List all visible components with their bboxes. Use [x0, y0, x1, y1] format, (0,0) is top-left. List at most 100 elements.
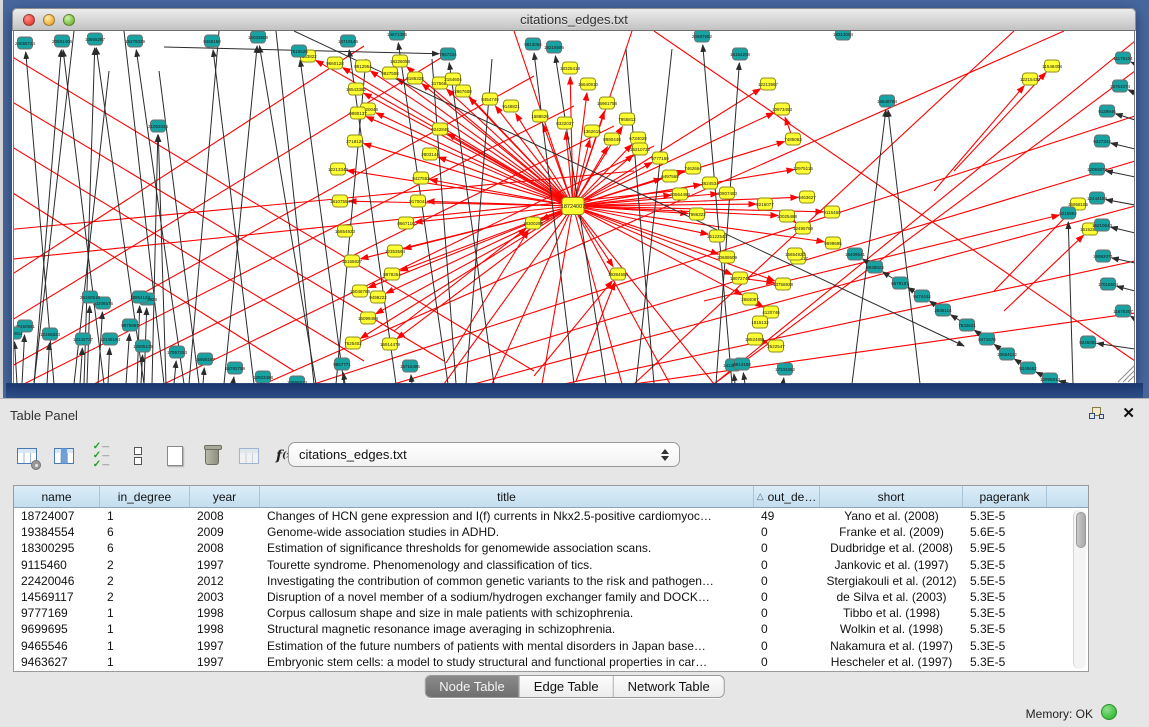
- tab-network-table[interactable]: Network Table: [614, 676, 724, 697]
- graph-node[interactable]: 20687682: [692, 31, 713, 42]
- table-row[interactable]: 1938455462009Genome-wide association stu…: [14, 524, 1088, 540]
- graph-node[interactable]: 1362615: [583, 125, 601, 137]
- graph-node[interactable]: 7462664: [684, 162, 702, 174]
- graph-node[interactable]: 24055724: [15, 37, 36, 49]
- graph-node[interactable]: 25160510: [80, 291, 101, 303]
- graph-node[interactable]: 15046766: [350, 285, 371, 297]
- graph-node[interactable]: 2522547: [767, 340, 785, 352]
- graph-node[interactable]: 11675307: [1113, 305, 1133, 317]
- graph-node[interactable]: 18325419: [560, 62, 581, 74]
- graph-node[interactable]: 20691406: [52, 35, 73, 47]
- float-window-icon[interactable]: [1089, 407, 1105, 421]
- graph-node[interactable]: 16914479: [380, 338, 401, 350]
- delete-column-icon[interactable]: [199, 443, 225, 469]
- graph-node[interactable]: 14671355: [387, 31, 408, 40]
- close-panel-icon[interactable]: ✕: [1122, 404, 1135, 422]
- graph-node[interactable]: 7986322: [688, 208, 706, 220]
- graph-node[interactable]: 9914158: [733, 358, 751, 370]
- graph-node[interactable]: 2684067: [741, 293, 759, 305]
- graph-node[interactable]: 9498222: [369, 291, 387, 303]
- graph-node[interactable]: 12215430: [1020, 73, 1041, 85]
- graph-node[interactable]: 18954124: [130, 291, 151, 303]
- graph-node[interactable]: 7515526: [290, 45, 308, 57]
- table-row[interactable]: 946554611997Estimation of the future num…: [14, 638, 1088, 654]
- graph-node[interactable]: 8216077: [756, 198, 774, 210]
- graph-node[interactable]: 7632621: [958, 319, 976, 331]
- graph-node[interactable]: 8912954: [354, 60, 372, 72]
- graph-node[interactable]: 10025488: [777, 210, 798, 222]
- table-row[interactable]: 1830029562008Estimation of significance …: [14, 540, 1088, 556]
- graph-node[interactable]: 9660128: [326, 57, 344, 69]
- graph-node[interactable]: 16099489: [358, 312, 379, 324]
- graph-node[interactable]: 21053346: [148, 120, 169, 132]
- table-selector-dropdown[interactable]: citations_edges.txt: [288, 442, 680, 467]
- graph-node[interactable]: 8667110: [397, 217, 415, 229]
- graph-node[interactable]: 9242848: [431, 123, 449, 135]
- graph-node[interactable]: 16782759: [225, 362, 246, 374]
- graph-node[interactable]: 16154208: [730, 48, 751, 60]
- graph-node[interactable]: 16648784: [877, 95, 898, 107]
- graph-node[interactable]: 9827508: [381, 67, 399, 79]
- graph-node[interactable]: 12145194: [100, 333, 121, 345]
- graph-node[interactable]: 12505135: [133, 340, 154, 352]
- vertical-scrollbar[interactable]: [1073, 510, 1086, 669]
- graph-node[interactable]: 18524851: [745, 333, 766, 345]
- tab-node-table[interactable]: Node Table: [425, 676, 520, 697]
- graph-node[interactable]: 2803144: [421, 148, 439, 160]
- graph-node[interactable]: 6679197: [891, 277, 909, 289]
- table-row[interactable]: 946362711997Embryonic stem cells: a mode…: [14, 654, 1088, 670]
- graph-node[interactable]: 10654112: [997, 348, 1017, 360]
- tab-edge-table[interactable]: Edge Table: [520, 676, 614, 697]
- network-canvas[interactable]: 1872400776638229660128891295418226058982…: [13, 31, 1135, 384]
- graph-node[interactable]: 8990448: [603, 133, 621, 145]
- graph-node[interactable]: 12213967: [758, 78, 779, 90]
- column-header-out_de[interactable]: △out_de…: [754, 486, 820, 507]
- table-row[interactable]: 1456911722003Disruption of a novel membe…: [14, 589, 1088, 605]
- graph-node[interactable]: 9463627: [798, 191, 816, 203]
- graph-node[interactable]: 19218596: [544, 41, 565, 53]
- graph-node[interactable]: 12142737: [73, 333, 94, 345]
- graph-node[interactable]: 7955812: [618, 113, 636, 125]
- graph-node[interactable]: 6497568: [661, 170, 679, 182]
- graph-node[interactable]: 9170041: [409, 195, 427, 207]
- graph-node[interactable]: 15166827: [342, 255, 363, 267]
- graph-node[interactable]: 7625402: [344, 337, 362, 349]
- graph-node[interactable]: 7485063: [784, 133, 802, 145]
- graph-node[interactable]: 12156823: [40, 328, 61, 340]
- graph-node[interactable]: 20564486: [670, 188, 691, 200]
- graph-node[interactable]: 18724007: [561, 198, 585, 215]
- column-header-name[interactable]: name: [14, 486, 100, 507]
- graph-node[interactable]: 10719145: [338, 35, 359, 47]
- graph-node[interactable]: 2867608: [454, 85, 472, 97]
- graph-node[interactable]: 10655287: [85, 33, 106, 45]
- graph-node[interactable]: 3624534: [701, 177, 719, 189]
- column-visibility-icon[interactable]: [51, 443, 77, 469]
- graph-node[interactable]: 1588520: [531, 110, 549, 122]
- graph-node[interactable]: 15276029: [125, 35, 146, 47]
- graph-node[interactable]: 12093872: [1087, 163, 1108, 175]
- column-header-year[interactable]: year: [190, 486, 260, 507]
- graph-node[interactable]: 6734028: [629, 132, 647, 144]
- resize-grip[interactable]: [1123, 371, 1134, 382]
- graph-node[interactable]: 18313054: [833, 31, 854, 40]
- graph-node[interactable]: 15716485: [400, 360, 421, 372]
- graph-node[interactable]: 16854923: [335, 225, 356, 237]
- scrollbar-thumb[interactable]: [1076, 512, 1086, 548]
- graph-node[interactable]: 18072749: [730, 272, 751, 284]
- graph-node[interactable]: 16210643: [1092, 219, 1113, 231]
- graph-node[interactable]: 12444159: [1087, 192, 1108, 204]
- graph-node[interactable]: 9857771: [333, 358, 351, 370]
- graph-node[interactable]: 9115460: [823, 206, 841, 218]
- graph-node[interactable]: 16961758: [597, 97, 618, 109]
- graph-node[interactable]: 16640910: [578, 78, 599, 90]
- graph-node[interactable]: 8186328: [406, 72, 424, 84]
- graph-node[interactable]: 8878354: [383, 268, 401, 280]
- graph-node[interactable]: 18226058: [390, 55, 411, 67]
- graph-node[interactable]: 9466160: [203, 35, 221, 47]
- column-header-in_degree[interactable]: in_degree: [100, 486, 190, 507]
- graph-node[interactable]: 9777169: [651, 152, 669, 164]
- graph-node[interactable]: 17016504: [1098, 278, 1119, 290]
- graph-node[interactable]: 9245082: [1079, 336, 1097, 348]
- graph-node[interactable]: 9975887: [121, 319, 139, 331]
- graph-node[interactable]: 12213349: [328, 163, 349, 175]
